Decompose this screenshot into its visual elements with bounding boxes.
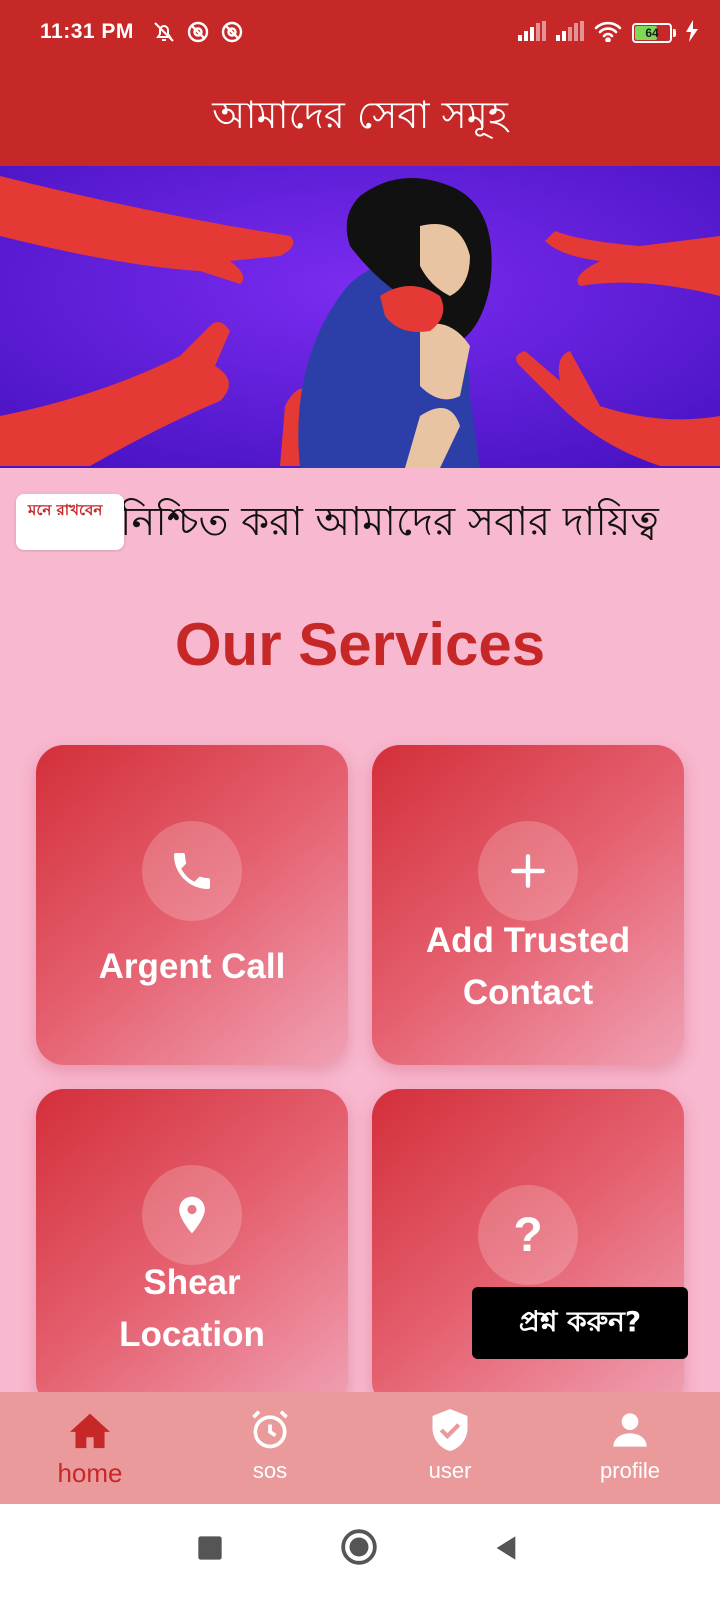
home-icon [68,1406,112,1454]
nav-label: home [57,1458,123,1488]
battery-icon: 64 [632,23,676,43]
dnd-icon [186,20,210,48]
bottom-navigation: home sos user profile [0,1392,720,1504]
home-button[interactable] [340,1528,378,1566]
alarm-clock-icon [248,1406,292,1454]
page-title: আমাদের সেবা সমূহ [212,93,508,137]
charging-icon [686,20,698,46]
service-card-add-trusted-contact[interactable]: Add Trusted Contact [372,745,684,1065]
plus-icon [478,821,578,921]
question-icon: ? [478,1185,578,1285]
nav-item-home[interactable]: home [0,1392,180,1504]
wifi-icon [594,20,622,46]
service-card-label: Shear Location [119,1263,265,1354]
bell-off-icon [152,20,176,48]
notice-row: নিশ্চিত করা আমাদের সবার দায়িত্ব মনে রাখ… [0,480,720,552]
back-button[interactable] [492,1534,520,1562]
dnd-icon [220,20,244,48]
nav-label: sos [252,1458,288,1483]
battery-level: 64 [645,26,659,40]
nav-item-profile[interactable]: profile [540,1392,720,1504]
remember-chip: মনে রাখবেন [16,494,124,550]
services-title: Our Services [174,611,546,678]
service-card-argent-call[interactable]: Argent Call [36,745,348,1065]
service-card-label: Add Trusted Contact [425,921,631,1012]
shield-check-icon [429,1406,471,1454]
signal-icon [556,21,584,45]
status-icons-left [152,20,244,48]
system-nav-bar [0,1504,720,1600]
status-time: 11:31 PM [40,20,134,43]
nav-item-user[interactable]: user [360,1392,540,1504]
nav-label: profile [600,1458,660,1483]
service-card-label: Argent Call [98,947,286,986]
service-card-shear-location[interactable]: Shear Location [36,1089,348,1409]
ask-question-button[interactable]: প্রশ্ন করুন? [472,1287,688,1359]
phone-icon [142,821,242,921]
nav-label: user [428,1458,472,1483]
status-bar: 11:31 PM 64 [0,0,720,70]
signal-icon [518,21,546,45]
person-icon [610,1406,650,1454]
nav-item-sos[interactable]: sos [180,1392,360,1504]
app-bar: আমাদের সেবা সমূহ [0,70,720,166]
location-pin-icon [142,1165,242,1265]
banner-image [0,166,720,468]
marquee-text: নিশ্চিত করা আমাদের সবার দায়িত্ব [120,499,659,545]
status-icons-right: 64 [518,20,698,46]
service-card-help[interactable]: ? [372,1089,684,1409]
recent-apps-button[interactable] [196,1534,224,1562]
